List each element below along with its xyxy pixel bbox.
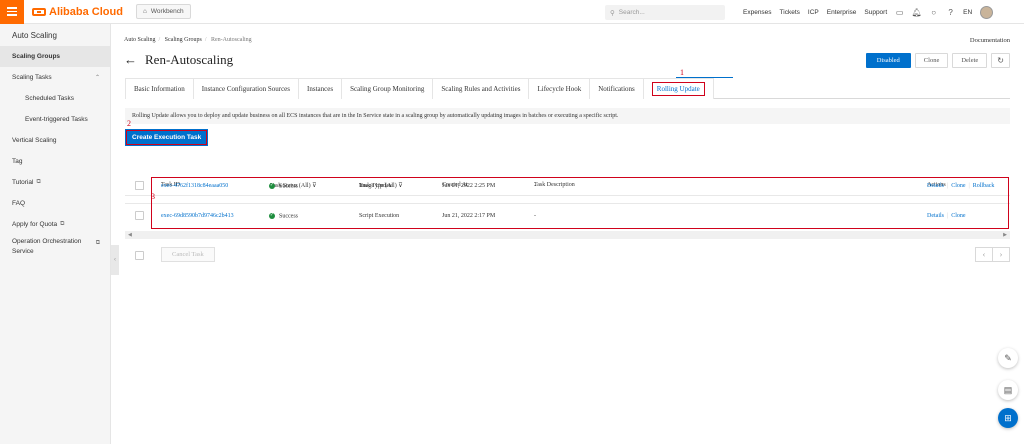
breadcrumb-scaling-groups[interactable]: Scaling Groups [165, 37, 202, 43]
sidebar-item-tutorial[interactable]: Tutorial ⧉ [0, 172, 110, 193]
next-page-icon[interactable]: › [992, 247, 1010, 262]
clone-button[interactable]: Clone [914, 53, 949, 68]
delete-button[interactable]: Delete [952, 53, 988, 68]
workbench-label: Workbench [150, 8, 184, 15]
info-bar: Rolling Update allows you to deploy and … [125, 108, 1010, 124]
nav-enterprise[interactable]: Enterprise [827, 9, 857, 16]
nav-support[interactable]: Support [864, 9, 887, 16]
external-link-icon: ⧉ [36, 179, 41, 185]
sidebar-item-label: FAQ [12, 200, 26, 207]
sidebar-item-label: Event-triggered Tasks [25, 116, 88, 123]
sidebar-item-label: Tag [12, 158, 23, 165]
home-icon: ⌂ [142, 8, 147, 15]
search-icon: ⚲ [610, 9, 615, 17]
tab-instance-configuration-sources[interactable]: Instance Configuration Sources [192, 78, 300, 99]
avatar[interactable] [980, 5, 994, 19]
sidebar-item-scheduled-tasks[interactable]: Scheduled Tasks [0, 88, 110, 109]
external-link-icon: ⧉ [60, 221, 65, 227]
sidebar-item-event-triggered-tasks[interactable]: Event-triggered Tasks [0, 109, 110, 130]
bell-icon[interactable]: 🔔︎ [912, 8, 922, 17]
page-title: Ren-Autoscaling [145, 52, 234, 67]
sidebar-item-label: Scheduled Tasks [25, 95, 75, 102]
language-switch[interactable]: EN [963, 9, 972, 16]
chevron-up-icon: ⌃ [94, 75, 100, 81]
sidebar-item-label: Apply for Quota [12, 221, 58, 228]
documentation-link[interactable]: Documentation [970, 37, 1010, 44]
refresh-icon[interactable]: ↻ [991, 53, 1010, 68]
external-link-icon: ⧉ [95, 240, 100, 246]
breadcrumb: Auto Scaling / Scaling Groups / Ren-Autosc… [124, 37, 252, 43]
lightbulb-icon[interactable]: ○ [929, 8, 938, 17]
menu-icon[interactable] [0, 0, 24, 24]
brand-name: Alibaba Cloud [49, 5, 123, 18]
nav-expenses[interactable]: Expenses [743, 9, 772, 16]
search-placeholder: Search... [618, 9, 645, 16]
apps-grid-icon[interactable]: ⊞ [998, 408, 1018, 428]
alibaba-cloud-logo[interactable]: Alibaba Cloud [32, 6, 123, 18]
tab-basic-information[interactable]: Basic Information [125, 78, 194, 99]
sidebar-item-tag[interactable]: Tag [0, 151, 110, 172]
sidebar-item-faq[interactable]: FAQ [0, 193, 110, 214]
cancel-task-button[interactable]: Cancel Task [161, 247, 215, 262]
sidebar-item-vertical-scaling[interactable]: Vertical Scaling [0, 130, 110, 151]
tab-bar: Basic Information Instance Configuration… [125, 78, 1010, 99]
sidebar-item-label: Scaling Groups [12, 53, 61, 60]
nav-tickets[interactable]: Tickets [780, 9, 800, 16]
tab-rolling-update-label: Rolling Update [651, 82, 705, 96]
edit-icon[interactable]: ✎ [998, 348, 1018, 368]
workbench-button[interactable]: ⌂ Workbench [135, 4, 191, 19]
breadcrumb-separator: / [204, 37, 207, 43]
row-checkbox[interactable] [135, 211, 144, 220]
page-title-bar: ← Ren-Autoscaling [124, 52, 233, 68]
header-actions: Disabled Clone Delete ↻ [865, 53, 1010, 68]
console-icon[interactable]: ▭ [895, 8, 904, 17]
scroll-right-icon[interactable]: ▶ [1003, 232, 1007, 238]
sidebar-item-oos[interactable]: Operation Orchestration Service ⧉ [0, 235, 110, 265]
breadcrumb-separator: / [158, 37, 161, 43]
annotation-1: 1 [680, 68, 684, 77]
annotation-2: 2 [127, 119, 131, 128]
tab-lifecycle-hook[interactable]: Lifecycle Hook [528, 78, 591, 99]
sidebar-item-scaling-tasks[interactable]: Scaling Tasks ⌃ [0, 67, 110, 88]
bulk-select-checkbox[interactable] [135, 251, 144, 260]
sidebar-title: Auto Scaling [12, 30, 57, 40]
prev-page-icon[interactable]: ‹ [975, 247, 993, 262]
pagination: ‹ › [975, 247, 1010, 262]
nav-icp[interactable]: ICP [808, 9, 819, 16]
tab-scaling-rules-activities[interactable]: Scaling Rules and Activities [432, 78, 530, 99]
sidebar-item-label: Scaling Tasks [12, 74, 52, 81]
sidebar-item-label: Tutorial [12, 179, 34, 186]
sidebar-item-label: Operation Orchestration Service [12, 238, 82, 255]
sidebar-item-scaling-groups[interactable]: Scaling Groups [0, 46, 110, 67]
sidebar-item-label: Vertical Scaling [12, 137, 57, 144]
main-content: Auto Scaling / Scaling Groups / Ren-Autosc… [111, 24, 1024, 444]
sidebar: Auto Scaling Scaling Groups Scaling Task… [0, 24, 111, 444]
create-execution-task-button[interactable]: Create Execution Task [124, 129, 209, 146]
breadcrumb-current: Ren-Autoscaling [211, 37, 252, 43]
tab-notifications[interactable]: Notifications [589, 78, 644, 99]
breadcrumb-auto-scaling[interactable]: Auto Scaling [124, 37, 156, 43]
feedback-icon[interactable]: ▤ [998, 380, 1018, 400]
horizontal-scrollbar[interactable]: ◀ ▶ [125, 231, 1010, 239]
search-input[interactable]: ⚲ Search... [605, 5, 725, 20]
scroll-left-icon[interactable]: ◀ [128, 232, 132, 238]
annotation-highlight-box [151, 177, 1009, 229]
tab-scaling-group-monitoring[interactable]: Scaling Group Monitoring [341, 78, 434, 99]
top-bar: Alibaba Cloud ⌂ Workbench ⚲ Search... Ex… [0, 0, 1024, 24]
top-nav: Expenses Tickets ICP Enterprise Support … [743, 0, 994, 24]
help-icon[interactable]: ? [946, 8, 955, 17]
row-checkbox[interactable] [135, 181, 144, 190]
disable-button[interactable]: Disabled [865, 53, 911, 68]
sidebar-item-apply-quota[interactable]: Apply for Quota ⧉ [0, 214, 110, 235]
logo-icon [32, 7, 46, 16]
annotation-underline [676, 77, 733, 78]
tab-instances[interactable]: Instances [298, 78, 343, 99]
tab-rolling-update[interactable]: Rolling Update [642, 78, 714, 99]
back-arrow-icon[interactable]: ← [124, 52, 137, 68]
info-text: Rolling Update allows you to deploy and … [132, 113, 619, 119]
